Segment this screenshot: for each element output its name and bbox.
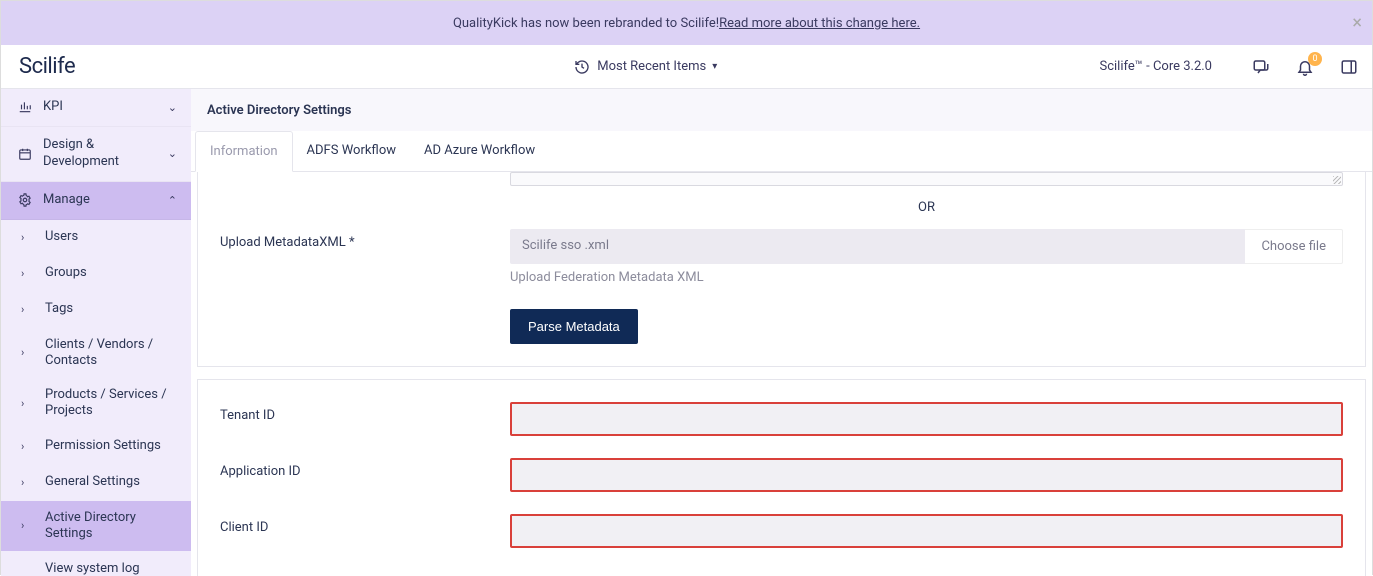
or-divider: OR <box>510 200 1343 215</box>
banner-text: QualityKick has now been rebranded to Sc… <box>453 16 719 31</box>
sidebar-item-tags[interactable]: › Tags <box>1 292 191 328</box>
chevron-down-icon: ⌄ <box>168 147 177 160</box>
sidebar-item-label: General Settings <box>45 474 177 490</box>
tab-information[interactable]: Information <box>195 131 293 172</box>
sidebar-item-clients[interactable]: › Clients / Vendors / Contacts <box>1 328 191 379</box>
upload-label: Upload MetadataXML * <box>220 229 510 250</box>
metadata-textarea[interactable] <box>510 172 1343 186</box>
sidebar-section-manage[interactable]: Manage ⌃ <box>1 182 191 220</box>
client-id-label: Client ID <box>220 514 510 535</box>
header-actions: 0 <box>1252 58 1372 76</box>
chevron-down-icon: ▾ <box>712 61 717 72</box>
sidebar-item-products[interactable]: › Products / Services / Projects <box>1 378 191 429</box>
chevron-right-icon: › <box>21 519 29 532</box>
notification-badge: 0 <box>1308 52 1322 66</box>
sidebar-section-kpi[interactable]: KPI ⌄ <box>1 89 191 127</box>
feedback-icon[interactable] <box>1252 58 1270 76</box>
chevron-right-icon: › <box>21 346 29 359</box>
sidebar-item-label: View system log <box>45 561 177 576</box>
choose-file-button[interactable]: Choose file <box>1245 229 1343 264</box>
sidebar-item-label: Tags <box>45 301 177 317</box>
sidebar: KPI ⌄ Design & Development ⌄ Manage ⌃ › U… <box>1 89 191 576</box>
chevron-right-icon: › <box>21 231 29 244</box>
sidebar-label: Manage <box>43 192 168 209</box>
sidebar-label: KPI <box>43 99 168 116</box>
sidebar-item-groups[interactable]: › Groups <box>1 256 191 292</box>
sidebar-item-label: Users <box>45 229 177 245</box>
upload-hint: Upload Federation Metadata XML <box>510 270 1343 285</box>
tab-azure-workflow[interactable]: AD Azure Workflow <box>410 131 549 171</box>
sidebar-section-design[interactable]: Design & Development ⌄ <box>1 127 191 182</box>
most-recent-dropdown[interactable]: Most Recent Items ▾ <box>191 58 1100 76</box>
chevron-up-icon: ⌃ <box>168 194 177 207</box>
application-id-label: Application ID <box>220 458 510 479</box>
tab-adfs-workflow[interactable]: ADFS Workflow <box>293 131 410 171</box>
tenant-id-label: Tenant ID <box>220 402 510 423</box>
sidebar-item-label: Groups <box>45 265 177 281</box>
rebrand-banner: QualityKick has now been rebranded to Sc… <box>1 1 1372 45</box>
page-title: Active Directory Settings <box>191 89 1372 131</box>
chevron-right-icon: › <box>21 440 29 453</box>
logo: Scilife <box>1 54 191 79</box>
chevron-right-icon: › <box>21 397 29 410</box>
sidebar-item-label: Permission Settings <box>45 438 177 454</box>
calendar-icon <box>17 146 33 162</box>
chevron-right-icon: › <box>21 267 29 280</box>
gear-icon <box>17 192 33 208</box>
app-header: Scilife Most Recent Items ▾ Scilife™ - C… <box>1 45 1372 89</box>
sidebar-label: Design & Development <box>43 137 168 171</box>
client-id-input[interactable] <box>510 514 1343 548</box>
sidebar-item-label: Active Directory Settings <box>45 510 177 543</box>
most-recent-label: Most Recent Items <box>597 59 706 74</box>
bell-icon[interactable]: 0 <box>1296 58 1314 76</box>
sidebar-item-active-directory[interactable]: › Active Directory Settings <box>1 501 191 552</box>
chevron-right-icon: › <box>21 476 29 489</box>
tenant-id-input[interactable] <box>510 402 1343 436</box>
sidebar-item-users[interactable]: › Users <box>1 220 191 256</box>
tabs: Information ADFS Workflow AD Azure Workf… <box>191 131 1372 172</box>
history-icon <box>573 58 591 76</box>
sidebar-item-syslog[interactable]: View system log <box>1 551 191 576</box>
version-text: Scilife™ - Core 3.2.0 <box>1100 59 1213 74</box>
banner-link[interactable]: Read more about this change here. <box>719 16 920 31</box>
main-content: Active Directory Settings Information AD… <box>191 89 1372 576</box>
parse-metadata-button[interactable]: Parse Metadata <box>510 309 638 344</box>
close-icon[interactable]: × <box>1352 13 1362 34</box>
chevron-right-icon: › <box>21 303 29 316</box>
chart-icon <box>17 99 33 115</box>
file-name-display: Scilife sso .xml <box>510 229 1245 264</box>
sidebar-item-permission[interactable]: › Permission Settings <box>1 429 191 465</box>
sidebar-item-label: Products / Services / Projects <box>45 387 177 420</box>
sidebar-item-general[interactable]: › General Settings <box>1 465 191 501</box>
sidebar-item-label: Clients / Vendors / Contacts <box>45 337 177 370</box>
panel-icon[interactable] <box>1340 58 1358 76</box>
application-id-input[interactable] <box>510 458 1343 492</box>
chevron-down-icon: ⌄ <box>168 101 177 114</box>
